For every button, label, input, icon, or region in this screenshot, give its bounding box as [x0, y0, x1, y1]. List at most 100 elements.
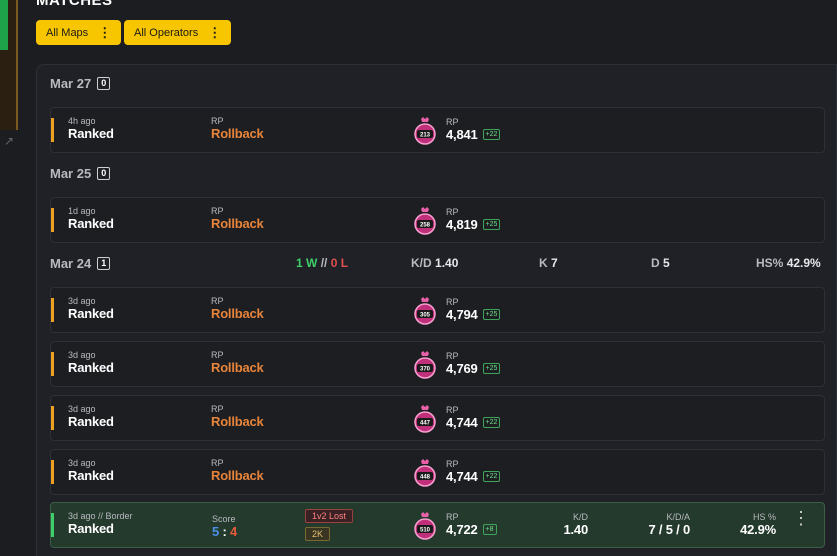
rank-number: 447: [420, 421, 431, 427]
match-row-win[interactable]: 3d ago // Border Ranked Score 5 : 4 1v2 …: [50, 502, 825, 548]
deaths-label: D: [651, 256, 660, 270]
maps-filter-label: All Maps: [46, 26, 89, 39]
hs-label: HS%: [756, 256, 784, 270]
result-bar: [51, 118, 54, 142]
score-label: Score: [212, 514, 236, 524]
date-label: Mar 25: [50, 165, 92, 181]
rank-badge-icon: 448: [414, 459, 436, 487]
matches-panel: Mar 27 0 4h ago Ranked RP Rollback 213 R…: [36, 64, 837, 556]
operators-filter-label: All Operators: [134, 26, 199, 39]
date-label: Mar 24: [50, 255, 92, 271]
page-title: MATCHES: [36, 0, 113, 9]
rp-label: RP: [211, 296, 224, 306]
result-bar: [51, 208, 54, 232]
result-bar: [51, 298, 54, 322]
rank-badge-icon: 213: [414, 117, 436, 145]
match-menu-icon[interactable]: ⋮: [792, 509, 810, 527]
kd-value: 1.40: [435, 256, 459, 270]
match-row[interactable]: 3d ago Ranked RP Rollback 370 RP 4,769 +2…: [50, 341, 825, 387]
losses-count: 0 L: [330, 256, 349, 270]
match-mode: Ranked: [68, 360, 114, 375]
match-mode: Ranked: [68, 126, 114, 141]
match-mode: Ranked: [68, 414, 114, 429]
rp-delta-badge: +22: [482, 129, 501, 140]
rank-number: 305: [420, 313, 431, 319]
rp-delta-badge: +8: [482, 524, 497, 535]
rank-badge-icon: 370: [414, 351, 436, 379]
wins-count: 1 W: [296, 256, 318, 270]
kebab-icon: ⋮: [208, 25, 222, 40]
kills-value: 7: [551, 256, 558, 270]
operators-filter-button[interactable]: All Operators ⋮: [124, 20, 232, 45]
rp-label: RP: [446, 512, 459, 522]
deaths-summary: D 5: [651, 256, 670, 270]
result-bar: [51, 352, 54, 376]
match-result: Rollback: [211, 306, 264, 321]
match-time: 3d ago: [68, 350, 96, 360]
clutch-lost-badge: 1v2 Lost: [305, 509, 354, 523]
result-bar: [51, 406, 54, 430]
rp-label: RP: [446, 459, 459, 469]
rp-label: RP: [446, 405, 459, 415]
score-separator: :: [222, 524, 227, 539]
date-header: Mar 25 0: [50, 163, 830, 183]
rank-number: 213: [420, 133, 431, 139]
match-result: Rollback: [211, 216, 264, 231]
match-row[interactable]: 3d ago Ranked RP Rollback 305 RP 4,794 +2…: [50, 287, 825, 333]
match-mode: Ranked: [68, 216, 114, 231]
kebab-icon: ⋮: [98, 25, 112, 40]
match-result: Rollback: [211, 414, 264, 429]
score-team-a: 5: [212, 524, 220, 539]
rp-label: RP: [211, 458, 224, 468]
match-time: 3d ago // Border: [68, 511, 133, 521]
rp-value: 4,769: [446, 361, 478, 376]
match-row[interactable]: 3d ago Ranked RP Rollback 448 RP 4,744 +2…: [50, 449, 825, 495]
multikill-badge: 2K: [305, 527, 331, 541]
rank-badge-icon: 258: [414, 207, 436, 235]
rp-value: 4,841: [446, 127, 478, 142]
side-banner-accent: [0, 0, 8, 50]
maps-filter-button[interactable]: All Maps ⋮: [36, 20, 122, 45]
rp-label: RP: [211, 404, 224, 414]
match-mode: Ranked: [68, 306, 114, 321]
side-banner: [0, 0, 18, 130]
rp-value: 4,819: [446, 217, 478, 232]
rp-label: RP: [211, 116, 224, 126]
match-row[interactable]: 3d ago Ranked RP Rollback 447 RP 4,744 +2…: [50, 395, 825, 441]
date-label: Mar 27: [50, 75, 92, 91]
result-bar: [51, 460, 54, 484]
match-row[interactable]: 4h ago Ranked RP Rollback 213 RP 4,841 +2…: [50, 107, 825, 153]
kills-summary: K 7: [539, 256, 558, 270]
rp-value: 4,744: [446, 469, 478, 484]
rp-label: RP: [211, 350, 224, 360]
hs-value: 42.9%: [786, 256, 821, 270]
kills-label: K: [539, 256, 548, 270]
result-bar: [51, 513, 54, 537]
rp-label: RP: [446, 297, 459, 307]
date-count-badge: 1: [97, 256, 111, 270]
rank-number: 448: [420, 475, 431, 481]
rank-number: 510: [420, 528, 431, 534]
match-result: Rollback: [211, 468, 264, 483]
rank-badge-icon: 305: [414, 297, 436, 325]
score-team-b: 4: [230, 524, 238, 539]
rp-value: 4,744: [446, 415, 478, 430]
match-time: 3d ago: [68, 458, 96, 468]
rank-number: 370: [420, 367, 431, 373]
match-time: 3d ago: [68, 296, 96, 306]
date-count-badge: 0: [97, 166, 111, 180]
date-count-badge: 0: [97, 76, 111, 90]
kd-label: K/D: [411, 256, 432, 270]
kd-value: 1.40: [563, 522, 588, 537]
hs-value: 42.9%: [740, 522, 776, 537]
rp-label: RP: [446, 351, 459, 361]
kda-value: 7 / 5 / 0: [648, 522, 690, 537]
rp-delta-badge: +22: [482, 471, 501, 482]
rank-number: 258: [420, 223, 431, 229]
rp-delta-badge: +25: [482, 309, 501, 320]
trend-icon: ↗: [4, 134, 15, 148]
rp-value: 4,722: [446, 522, 478, 537]
headshot-summary: HS% 42.9%: [756, 256, 821, 270]
match-row[interactable]: 1d ago Ranked RP Rollback 258 RP 4,819 +2…: [50, 197, 825, 243]
rp-delta-badge: +25: [482, 363, 501, 374]
